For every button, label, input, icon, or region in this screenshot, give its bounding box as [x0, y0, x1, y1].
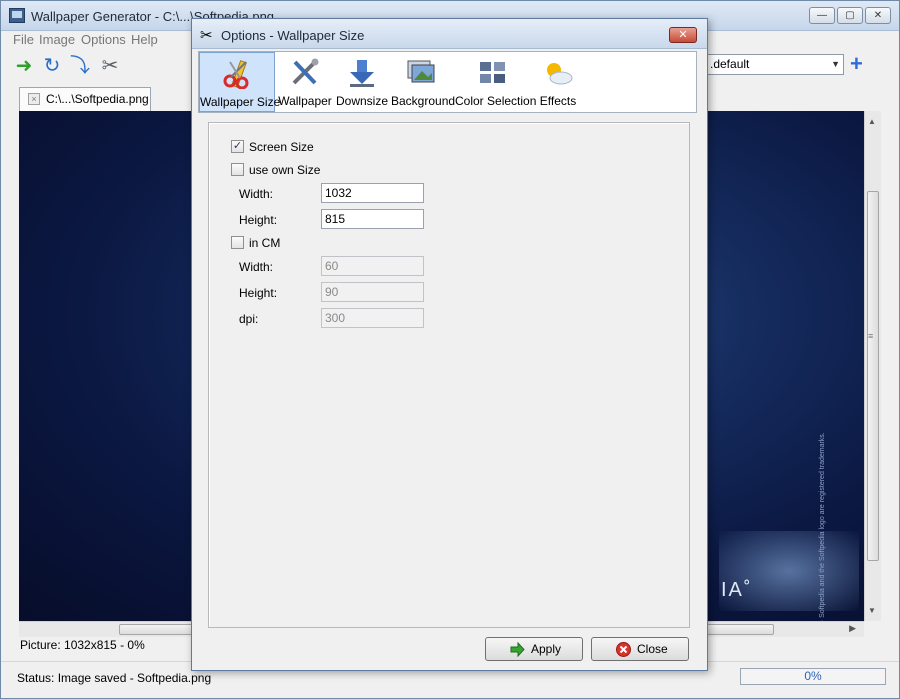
preview-logo-fragment: IA˚: [721, 579, 753, 601]
category-label: Wallpaper Size: [200, 95, 281, 109]
scroll-right-icon[interactable]: ▶: [849, 623, 856, 634]
dpi-label: dpi:: [239, 312, 259, 326]
close-button[interactable]: ✕: [865, 7, 891, 24]
category-downsize[interactable]: Downsize: [335, 52, 389, 112]
dpi-field: 300: [321, 308, 424, 328]
category-effects[interactable]: Effects: [533, 52, 583, 112]
dialog-close-button[interactable]: ✕: [669, 27, 697, 43]
category-label: Downsize: [335, 94, 389, 108]
own-height-label: Height:: [239, 213, 278, 227]
vertical-scroll-thumb[interactable]: [867, 191, 879, 561]
chevron-down-icon: ▼: [831, 59, 840, 69]
preset-select-value: .default: [710, 57, 750, 71]
dialog-title: Options - Wallpaper Size: [221, 28, 365, 43]
menu-options[interactable]: Options: [79, 31, 128, 49]
close-button-label: Close: [637, 642, 668, 656]
download-arrow-icon: [350, 60, 374, 87]
wallpaper-size-panel: ✓ Screen Size use own Size Width: 1032 H…: [208, 122, 690, 628]
tab-close-icon[interactable]: ×: [28, 93, 40, 105]
category-background[interactable]: Background: [391, 52, 456, 112]
close-circle-icon: [616, 642, 631, 657]
cm-height-field: 90: [321, 282, 424, 302]
menu-file[interactable]: File: [11, 31, 36, 49]
category-color-selection[interactable]: Color Selection: [455, 52, 537, 112]
cm-width-field: 60: [321, 256, 424, 276]
category-wallpaper-size[interactable]: Wallpaper Size: [199, 52, 281, 112]
category-bar: Wallpaper Size Wallpaper Downsize Backgr…: [198, 51, 697, 113]
own-width-label: Width:: [239, 187, 274, 201]
menu-image[interactable]: Image: [37, 31, 77, 49]
menu-help[interactable]: Help: [129, 31, 160, 49]
screen-size-checkbox[interactable]: ✓: [231, 140, 244, 153]
preset-select[interactable]: .default ▼: [701, 54, 844, 75]
scroll-down-icon[interactable]: ▼: [868, 606, 876, 615]
minimize-button[interactable]: —: [809, 7, 835, 24]
window-controls: — ▢ ✕: [809, 7, 891, 24]
picture-info: Picture: 1032x815 - 0%: [20, 638, 145, 652]
options-dialog: ✂ Options - Wallpaper Size ✕ Wallpaper S…: [191, 18, 708, 671]
save-icon[interactable]: ⤵: [67, 53, 93, 79]
category-wallpaper[interactable]: Wallpaper: [277, 52, 333, 112]
scroll-grip-icon: ≡: [868, 331, 874, 341]
category-label: Effects: [539, 94, 577, 108]
own-size-checkbox[interactable]: [231, 163, 244, 176]
vertical-scrollbar[interactable]: ▲ ≡ ▼: [864, 111, 881, 621]
status-text: Status: Image saved - Softpedia.png: [17, 671, 212, 685]
screen-size-label: Screen Size: [249, 140, 314, 154]
in-cm-checkbox[interactable]: [231, 236, 244, 249]
weather-icon: [547, 63, 573, 85]
scissors-ruler-icon: [223, 60, 249, 89]
color-grid-icon: [480, 62, 505, 83]
preview-vertical-text: (c) 2004 SOFTPEDIA · Softpedia and the S…: [819, 432, 826, 621]
progress-bar: 0%: [740, 668, 886, 685]
apply-button[interactable]: Apply: [485, 637, 583, 661]
apply-arrow-icon: [510, 642, 525, 657]
maximize-button[interactable]: ▢: [837, 7, 863, 24]
close-dialog-button[interactable]: Close: [591, 637, 689, 661]
add-icon[interactable]: +: [850, 53, 868, 75]
document-tab[interactable]: × C:\...\Softpedia.png: [19, 87, 151, 111]
pictures-icon: [407, 60, 435, 83]
progress-text: 0%: [804, 669, 822, 683]
own-size-label: use own Size: [249, 163, 321, 177]
app-icon: [9, 8, 25, 23]
category-label: Wallpaper: [278, 94, 332, 108]
tools-icon[interactable]: ✂: [97, 53, 123, 79]
dialog-titlebar: ✂ Options - Wallpaper Size ✕: [192, 19, 707, 49]
category-label: Background: [391, 94, 456, 108]
own-width-field[interactable]: 1032: [321, 183, 424, 203]
apply-button-label: Apply: [531, 642, 562, 656]
own-height-field[interactable]: 815: [321, 209, 424, 229]
category-label: Color Selection: [455, 94, 537, 108]
tools-icon: [292, 58, 319, 85]
in-cm-label: in CM: [249, 236, 281, 250]
refresh-icon[interactable]: ↻: [39, 53, 65, 79]
scroll-up-icon[interactable]: ▲: [868, 117, 876, 126]
tools-icon: ✂: [200, 27, 213, 44]
cm-height-label: Height:: [239, 286, 278, 300]
go-icon[interactable]: ➜: [11, 53, 37, 79]
document-tab-label: C:\...\Softpedia.png: [46, 92, 149, 106]
cm-width-label: Width:: [239, 260, 274, 274]
